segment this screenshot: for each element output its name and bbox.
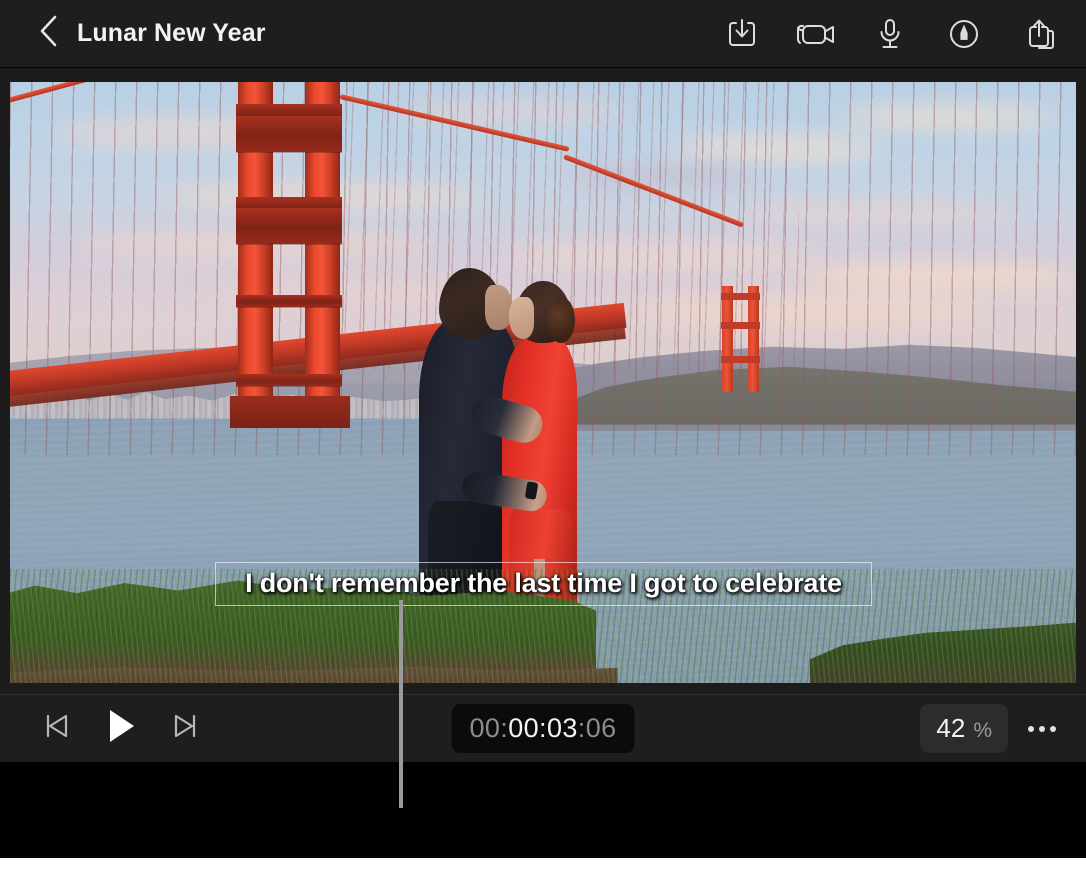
video-preview[interactable]: I don't remember the last time I got to … bbox=[10, 82, 1076, 683]
transport-right-controls: 42 % bbox=[920, 704, 1064, 753]
caption-text: I don't remember the last time I got to … bbox=[245, 568, 842, 599]
skip-to-start-icon bbox=[43, 713, 71, 744]
pen-circle-icon bbox=[947, 17, 981, 51]
video-camera-icon bbox=[796, 18, 836, 50]
timecode-sep-1: : bbox=[500, 713, 508, 743]
timeline-playhead[interactable] bbox=[399, 600, 403, 808]
record-video-button[interactable] bbox=[790, 8, 842, 60]
timeline-panel[interactable] bbox=[0, 762, 1086, 858]
timecode-seconds: 03 bbox=[547, 713, 578, 743]
playback-controls bbox=[36, 708, 206, 750]
window-bottom-edge bbox=[0, 858, 1086, 870]
skip-to-end-button[interactable] bbox=[164, 708, 206, 750]
chevron-left-icon bbox=[37, 14, 59, 53]
more-options-button[interactable] bbox=[1020, 707, 1064, 751]
zoom-percent-symbol: % bbox=[973, 719, 992, 743]
video-editor-window: Lunar New Year bbox=[0, 0, 1086, 870]
timecode-sep-2: : bbox=[539, 713, 547, 743]
microphone-icon bbox=[877, 17, 903, 51]
viewer-canvas: I don't remember the last time I got to … bbox=[0, 68, 1086, 694]
timecode-display[interactable]: 00:00:03:06 bbox=[451, 704, 634, 753]
skip-to-end-icon bbox=[171, 713, 199, 744]
timecode-hours: 00 bbox=[469, 713, 500, 743]
toolbar-actions bbox=[716, 8, 1064, 60]
top-toolbar: Lunar New Year bbox=[0, 0, 1086, 68]
play-icon bbox=[104, 708, 138, 749]
download-tray-icon bbox=[725, 17, 759, 51]
caption-selection-box[interactable]: I don't remember the last time I got to … bbox=[215, 562, 872, 606]
import-media-button[interactable] bbox=[716, 8, 768, 60]
share-export-icon bbox=[1020, 16, 1056, 52]
annotate-button[interactable] bbox=[938, 8, 990, 60]
page-title: Lunar New Year bbox=[77, 19, 266, 48]
play-button[interactable] bbox=[100, 708, 142, 750]
skip-to-start-button[interactable] bbox=[36, 708, 78, 750]
transport-bar: 00:00:03:06 42 % bbox=[0, 694, 1086, 762]
zoom-value: 42 bbox=[936, 713, 965, 744]
back-button[interactable] bbox=[22, 8, 74, 60]
ellipsis-icon bbox=[1028, 726, 1056, 732]
timeline-zoom-control[interactable]: 42 % bbox=[920, 704, 1008, 753]
share-button[interactable] bbox=[1012, 8, 1064, 60]
timecode-minutes: 00 bbox=[508, 713, 539, 743]
timecode-frames: 06 bbox=[586, 713, 617, 743]
record-voiceover-button[interactable] bbox=[864, 8, 916, 60]
